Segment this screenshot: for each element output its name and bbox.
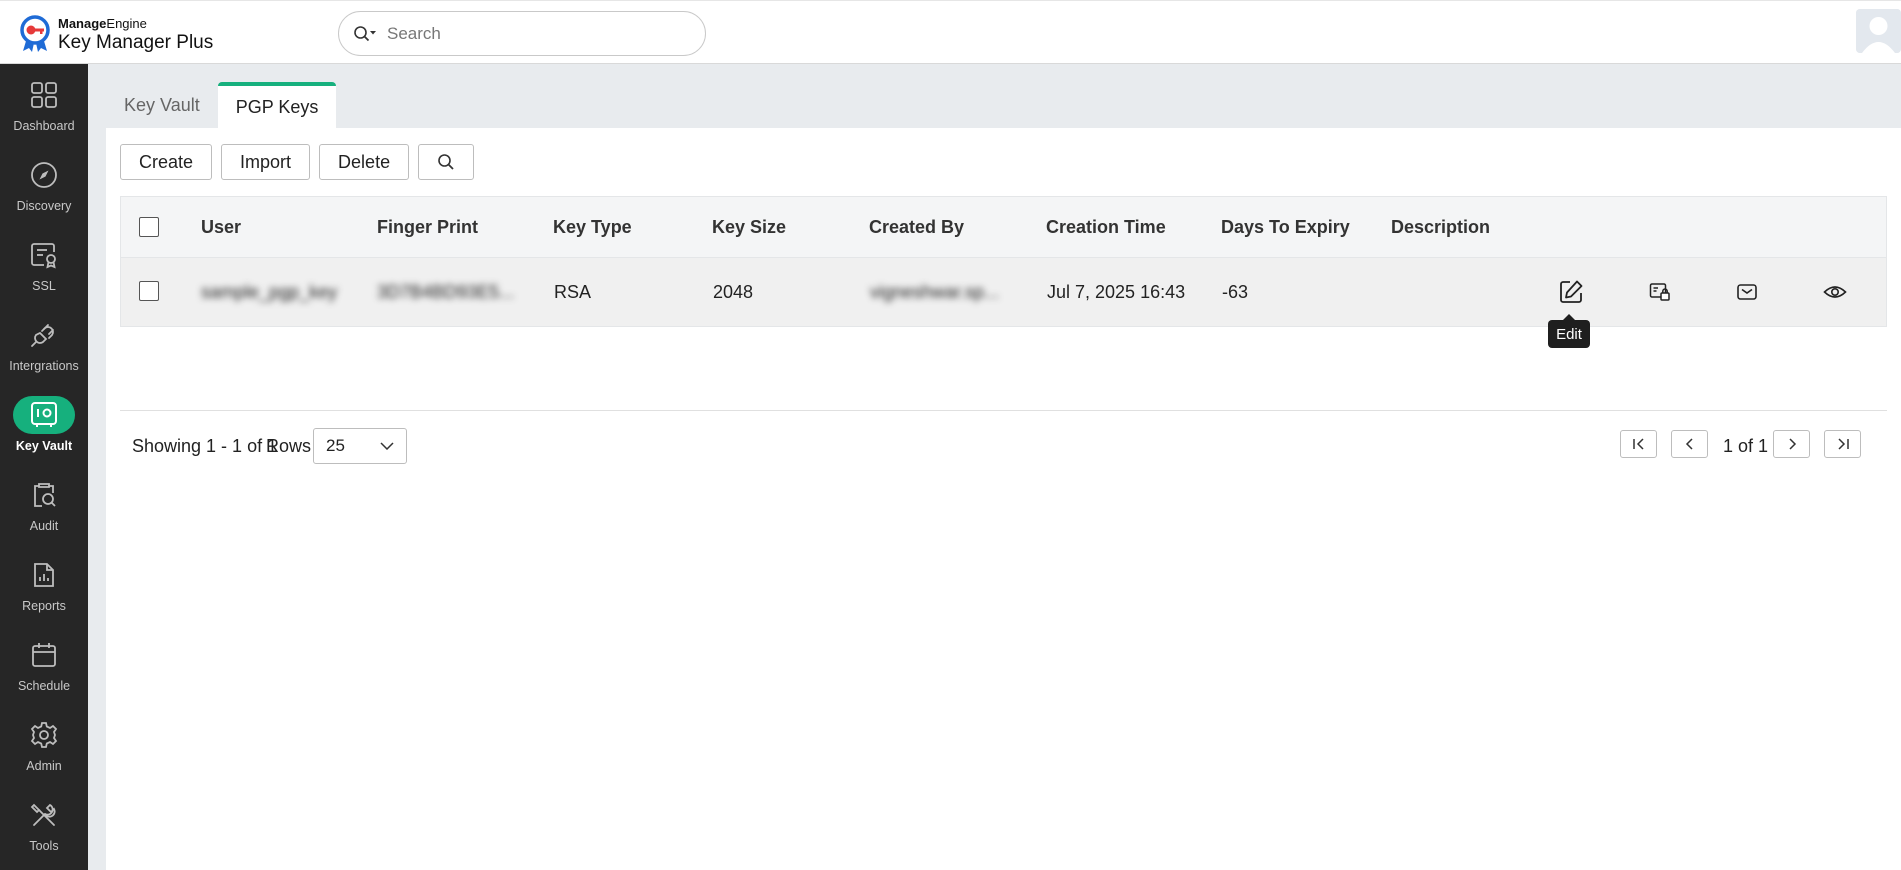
sidebar-item-label: Discovery bbox=[16, 199, 72, 213]
sidebar-item-audit[interactable]: Audit bbox=[0, 464, 88, 544]
table-divider bbox=[120, 410, 1887, 411]
pagination-bar: Showing 1 - 1 of 1 Rows 25 1 of 1 bbox=[120, 428, 1887, 464]
brand-name: ManageEngine bbox=[58, 15, 147, 31]
sidebar-item-label: Audit bbox=[29, 519, 59, 533]
create-button[interactable]: Create bbox=[120, 144, 213, 180]
rows-per-page-value: 25 bbox=[326, 436, 345, 455]
app-logo[interactable]: ManageEngine Key Manager Plus bbox=[18, 15, 213, 53]
page-indicator: 1 of 1 bbox=[1723, 436, 1769, 456]
avatar-icon bbox=[1856, 9, 1901, 53]
vault-icon bbox=[13, 396, 75, 434]
main-content: Key Vault PGP Keys Create Import Delete … bbox=[88, 64, 1901, 870]
header-key-size[interactable]: Key Size bbox=[712, 217, 786, 238]
table-search-button[interactable] bbox=[418, 144, 475, 180]
global-search[interactable] bbox=[338, 11, 706, 56]
edit-tooltip: Edit bbox=[1548, 314, 1590, 348]
pgp-keys-panel: Create Import Delete User Finger Print K… bbox=[106, 128, 1901, 870]
sidebar-item-reports[interactable]: Reports bbox=[0, 544, 88, 624]
tools-icon bbox=[13, 796, 75, 834]
sidebar-item-label: Intergrations bbox=[9, 359, 79, 373]
top-header: ManageEngine Key Manager Plus bbox=[0, 0, 1901, 64]
header-created-by[interactable]: Created By bbox=[869, 217, 964, 238]
sidebar-item-admin[interactable]: Admin bbox=[0, 704, 88, 784]
row-checkbox[interactable] bbox=[139, 281, 159, 301]
product-name: Key Manager Plus bbox=[58, 31, 214, 53]
view-icon[interactable] bbox=[1821, 278, 1849, 306]
sidebar-item-label: Admin bbox=[26, 759, 62, 773]
sidebar-item-ssl[interactable]: SSL bbox=[0, 224, 88, 304]
header-user[interactable]: User bbox=[201, 217, 241, 238]
header-days-to-expiry[interactable]: Days To Expiry bbox=[1221, 217, 1350, 238]
select-all-checkbox[interactable] bbox=[139, 217, 159, 237]
header-fingerprint[interactable]: Finger Print bbox=[377, 217, 478, 238]
sidebar-item-key-vault[interactable]: Key Vault bbox=[0, 384, 88, 464]
sidebar-item-label: Reports bbox=[22, 599, 66, 613]
dashboard-icon bbox=[13, 76, 75, 114]
edit-icon[interactable] bbox=[1557, 278, 1585, 306]
rows-per-page-select[interactable]: 25 bbox=[313, 428, 407, 464]
first-page-button[interactable] bbox=[1620, 430, 1657, 458]
tab-bar: Key Vault PGP Keys bbox=[106, 82, 337, 128]
user-link[interactable]: sample_pgp_key bbox=[201, 282, 337, 303]
key-type-cell: RSA bbox=[554, 282, 592, 302]
toolbar: Create Import Delete bbox=[120, 144, 483, 180]
import-button[interactable]: Import bbox=[221, 144, 311, 180]
next-page-button[interactable] bbox=[1773, 430, 1810, 458]
rows-label: Rows bbox=[266, 436, 312, 456]
tab-pgp-keys[interactable]: PGP Keys bbox=[217, 82, 337, 128]
search-icon bbox=[438, 154, 454, 170]
days-to-expiry-cell: -63 bbox=[1222, 282, 1249, 302]
last-page-icon bbox=[1837, 438, 1849, 450]
key-manager-logo-icon bbox=[20, 15, 50, 52]
search-icon[interactable] bbox=[353, 24, 379, 44]
logo-text: ManageEngine Key Manager Plus bbox=[58, 17, 213, 52]
tab-key-vault[interactable]: Key Vault bbox=[106, 82, 218, 128]
prev-page-button[interactable] bbox=[1671, 430, 1708, 458]
chevron-left-icon bbox=[1685, 438, 1693, 450]
sidebar-item-schedule[interactable]: Schedule bbox=[0, 624, 88, 704]
sidebar-nav: Dashboard Discovery SSL Intergrations Ke… bbox=[0, 64, 88, 870]
sidebar-item-label: Key Vault bbox=[15, 439, 73, 453]
table-header: User Finger Print Key Type Key Size Crea… bbox=[120, 196, 1887, 258]
sidebar-item-discovery[interactable]: Discovery bbox=[0, 144, 88, 224]
calendar-icon bbox=[13, 636, 75, 674]
gear-icon bbox=[13, 716, 75, 754]
sidebar-item-tools[interactable]: Tools bbox=[0, 784, 88, 864]
pgp-keys-table: User Finger Print Key Type Key Size Crea… bbox=[120, 196, 1887, 327]
mail-icon[interactable] bbox=[1733, 278, 1761, 306]
sidebar-item-label: Dashboard bbox=[13, 119, 75, 133]
table-row[interactable]: sample_pgp_key 3D7B4BD93E5... RSA 2048 v… bbox=[120, 258, 1887, 327]
chevron-right-icon bbox=[1788, 438, 1796, 450]
last-page-button[interactable] bbox=[1824, 430, 1861, 458]
creation-time-cell: Jul 7, 2025 16:43 bbox=[1047, 282, 1186, 302]
fingerprint-cell: 3D7B4BD93E5... bbox=[377, 282, 515, 302]
showing-count: Showing 1 - 1 of 1 bbox=[132, 436, 278, 456]
compass-icon bbox=[13, 156, 75, 194]
key-size-cell: 2048 bbox=[713, 282, 754, 302]
header-key-type[interactable]: Key Type bbox=[553, 217, 632, 238]
sidebar-item-label: Schedule bbox=[17, 679, 71, 693]
header-creation-time[interactable]: Creation Time bbox=[1046, 217, 1166, 238]
sidebar-item-label: Tools bbox=[29, 839, 59, 853]
audit-icon bbox=[13, 476, 75, 514]
certificate-icon bbox=[13, 236, 75, 274]
sidebar-item-intergrations[interactable]: Intergrations bbox=[0, 304, 88, 384]
header-description[interactable]: Description bbox=[1391, 217, 1490, 238]
chevron-down-icon bbox=[380, 442, 394, 450]
sidebar-item-label: SSL bbox=[32, 279, 56, 293]
created-by-cell: vigneshwar.sp... bbox=[870, 282, 1000, 302]
key-details-icon[interactable] bbox=[1646, 278, 1674, 306]
search-input[interactable] bbox=[387, 23, 687, 44]
delete-button[interactable]: Delete bbox=[319, 144, 410, 180]
plug-icon bbox=[13, 316, 75, 354]
user-avatar[interactable] bbox=[1856, 9, 1901, 53]
sidebar-item-dashboard[interactable]: Dashboard bbox=[0, 64, 88, 144]
first-page-icon bbox=[1632, 438, 1644, 450]
reports-icon bbox=[13, 556, 75, 594]
